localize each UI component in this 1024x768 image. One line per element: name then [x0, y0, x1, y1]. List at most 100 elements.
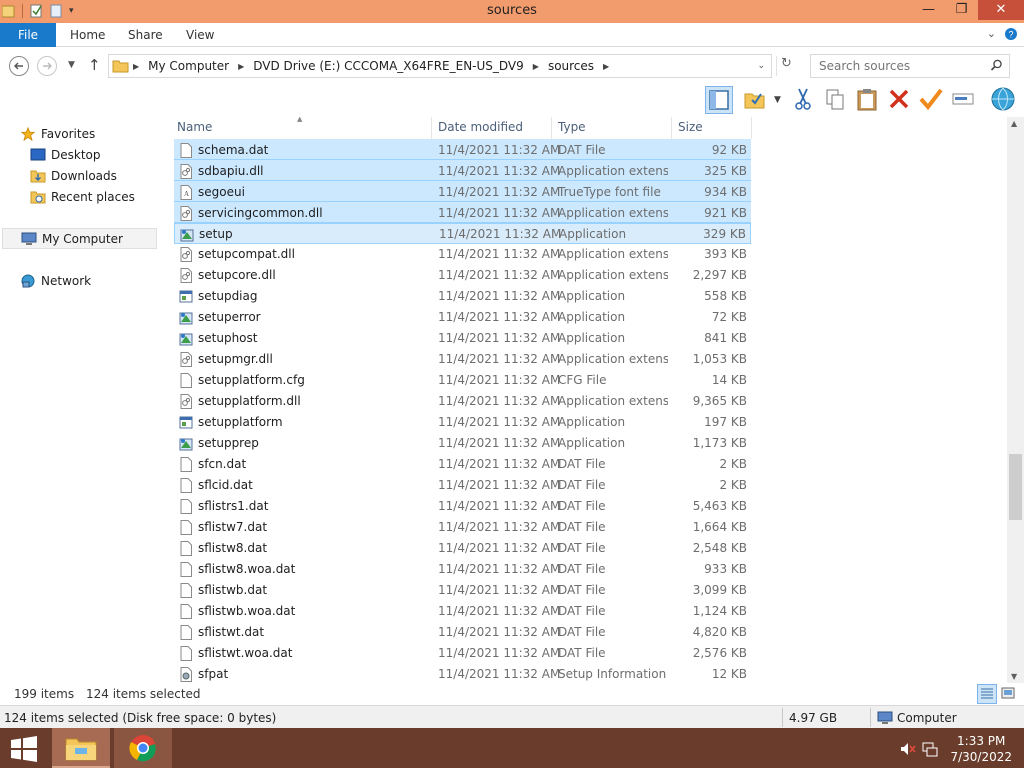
svg-text:A: A — [184, 190, 189, 198]
table-row[interactable]: setupcore.dll 11/4/2021 11:32 AM Applicati… — [174, 265, 751, 286]
tab-home[interactable]: Home — [70, 23, 105, 47]
table-row[interactable]: setuphost 11/4/2021 11:32 AM Application 84… — [174, 328, 751, 349]
scrollbar-thumb[interactable] — [1009, 454, 1022, 520]
table-row[interactable]: setupdiag 11/4/2021 11:32 AM Application 55… — [174, 286, 751, 307]
table-row[interactable]: sfcn.dat 11/4/2021 11:32 AM DAT File 2 KB — [174, 454, 751, 475]
taskbar-chrome[interactable] — [114, 728, 172, 768]
table-row[interactable]: setupprep 11/4/2021 11:32 AM Application 1,… — [174, 433, 751, 454]
table-row[interactable]: sflcid.dat 11/4/2021 11:32 AM DAT File 2 KB — [174, 475, 751, 496]
column-header-size[interactable]: Size — [678, 120, 703, 134]
table-row[interactable]: servicingcommon.dll 11/4/2021 11:32 AM App… — [174, 202, 751, 223]
forward-button[interactable] — [37, 56, 57, 76]
table-row[interactable]: setupplatform.dll 11/4/2021 11:32 AM Appli… — [174, 391, 751, 412]
breadcrumb-chevron-icon[interactable]: ▶ — [238, 62, 244, 71]
breadcrumb-dvd-drive[interactable]: DVD Drive (E:) CCCOMA_X64FRE_EN-US_DV9 — [253, 59, 524, 73]
nav-my-computer[interactable]: My Computer — [2, 228, 157, 249]
table-row[interactable]: setupmgr.dll 11/4/2021 11:32 AM Applicatio… — [174, 349, 751, 370]
nav-network[interactable]: Network — [20, 270, 91, 291]
nav-downloads[interactable]: Downloads — [30, 165, 117, 186]
table-row[interactable]: schema.dat 11/4/2021 11:32 AM DAT File 92 K… — [174, 139, 751, 160]
svg-text:?: ? — [1008, 30, 1013, 40]
refresh-button[interactable]: ↻ — [776, 56, 796, 76]
column-divider[interactable] — [671, 117, 672, 139]
copy-button[interactable] — [822, 86, 850, 114]
breadcrumb-chevron-icon[interactable]: ▶ — [603, 62, 609, 71]
table-row[interactable]: Asegoeui 11/4/2021 11:32 AM TrueType font … — [174, 181, 751, 202]
tab-file[interactable]: File — [0, 23, 56, 47]
address-dropdown-icon[interactable]: ⌄ — [757, 61, 765, 71]
file-type: Application extens... — [558, 247, 668, 261]
breadcrumb-chevron-icon[interactable]: ▶ — [533, 62, 539, 71]
breadcrumb-chevron-icon[interactable]: ▶ — [133, 62, 139, 71]
table-row[interactable]: sflistw8.dat 11/4/2021 11:32 AM DAT File 2,… — [174, 538, 751, 559]
table-row[interactable]: sflistwt.dat 11/4/2021 11:32 AM DAT File 4,… — [174, 622, 751, 643]
vertical-scrollbar[interactable]: ▲ ▼ — [1007, 117, 1024, 683]
table-row[interactable]: sdbapiu.dll 11/4/2021 11:32 AM Application… — [174, 160, 751, 181]
table-row[interactable]: setup 11/4/2021 11:32 AM Application 329 KB — [174, 223, 751, 244]
back-button[interactable] — [9, 56, 29, 76]
file-date-modified: 11/4/2021 11:32 AM — [438, 143, 561, 157]
folder-menu-dropdown-icon[interactable]: ▼ — [774, 95, 781, 105]
close-button[interactable]: ✕ — [978, 0, 1024, 20]
expand-ribbon-icon[interactable]: ⌄ — [987, 27, 996, 41]
paste-button[interactable] — [854, 86, 882, 114]
table-row[interactable]: setupcompat.dll 11/4/2021 11:32 AM Applica… — [174, 244, 751, 265]
tab-view[interactable]: View — [186, 23, 214, 47]
table-row[interactable]: sflistwb.dat 11/4/2021 11:32 AM DAT File 3,… — [174, 580, 751, 601]
apply-button[interactable] — [918, 86, 946, 114]
column-divider[interactable] — [551, 117, 552, 139]
column-divider[interactable] — [431, 117, 432, 139]
table-row[interactable]: sflistw7.dat 11/4/2021 11:32 AM DAT File 1,… — [174, 517, 751, 538]
search-input[interactable] — [819, 56, 989, 76]
taskbar-file-explorer[interactable] — [52, 728, 110, 768]
nav-favorites[interactable]: Favorites — [20, 123, 95, 144]
nav-desktop-label: Desktop — [51, 147, 101, 162]
cut-button[interactable] — [790, 86, 818, 114]
column-divider[interactable] — [751, 117, 752, 139]
breadcrumb-my-computer[interactable]: My Computer — [148, 59, 229, 73]
column-header-type[interactable]: Type — [558, 120, 586, 134]
large-icons-view-button[interactable] — [999, 684, 1019, 704]
nav-desktop[interactable]: Desktop — [30, 144, 101, 165]
search-icon[interactable] — [990, 59, 1003, 72]
select-folder-button[interactable] — [742, 86, 770, 114]
table-row[interactable]: sflistwt.woa.dat 11/4/2021 11:32 AM DAT Fi… — [174, 643, 751, 664]
table-row[interactable]: sflistrs1.dat 11/4/2021 11:32 AM DAT File 5… — [174, 496, 751, 517]
file-date-modified: 11/4/2021 11:32 AM — [438, 520, 561, 534]
file-date-modified: 11/4/2021 11:32 AM — [438, 373, 561, 387]
recent-locations-dropdown-icon[interactable]: ▼ — [68, 60, 75, 70]
column-header-date[interactable]: Date modified — [438, 120, 523, 134]
network-status-icon[interactable] — [922, 741, 938, 757]
breadcrumb-sources[interactable]: sources — [548, 59, 594, 73]
file-name: sdbapiu.dll — [198, 164, 264, 178]
column-header-name[interactable]: Name — [177, 120, 212, 134]
table-row[interactable]: sflistw8.woa.dat 11/4/2021 11:32 AM DAT Fi… — [174, 559, 751, 580]
speaker-muted-icon[interactable] — [900, 742, 916, 756]
file-rows: schema.dat 11/4/2021 11:32 AM DAT File 92 K… — [171, 139, 1007, 683]
system-clock[interactable]: 1:33 PM 7/30/2022 — [950, 733, 1012, 765]
details-view-button[interactable] — [977, 684, 997, 704]
scroll-down-icon[interactable]: ▼ — [1011, 672, 1017, 681]
table-row[interactable]: setuperror 11/4/2021 11:32 AM Application 7… — [174, 307, 751, 328]
maximize-button[interactable]: ❐ — [945, 0, 978, 20]
table-row[interactable]: sflistwb.woa.dat 11/4/2021 11:32 AM DAT Fi… — [174, 601, 751, 622]
delete-button[interactable] — [886, 86, 914, 114]
address-bar[interactable]: ▶ My Computer ▶ DVD Drive (E:) CCCOMA_X6… — [108, 54, 772, 78]
minimize-button[interactable]: — — [912, 0, 945, 20]
start-button[interactable] — [10, 736, 38, 762]
help-icon[interactable]: ? — [1004, 27, 1018, 41]
file-date-modified: 11/4/2021 11:32 AM — [438, 604, 561, 618]
file-name: setupdiag — [198, 289, 258, 303]
rename-button[interactable] — [950, 86, 978, 114]
generic-file-icon — [179, 478, 193, 493]
scroll-up-icon[interactable]: ▲ — [1011, 119, 1017, 128]
up-arrow-icon[interactable]: ↑ — [88, 56, 101, 74]
table-row[interactable]: setupplatform.cfg 11/4/2021 11:32 AM CFG F… — [174, 370, 751, 391]
search-box[interactable] — [810, 54, 1010, 78]
table-row[interactable]: setupplatform 11/4/2021 11:32 AM Applicati… — [174, 412, 751, 433]
table-row[interactable]: sfpat 11/4/2021 11:32 AM Setup Information… — [174, 664, 751, 683]
nav-recent-places[interactable]: Recent places — [30, 186, 135, 207]
network-button[interactable] — [990, 86, 1018, 114]
tab-share[interactable]: Share — [128, 23, 163, 47]
navigation-pane-button[interactable] — [705, 86, 733, 114]
